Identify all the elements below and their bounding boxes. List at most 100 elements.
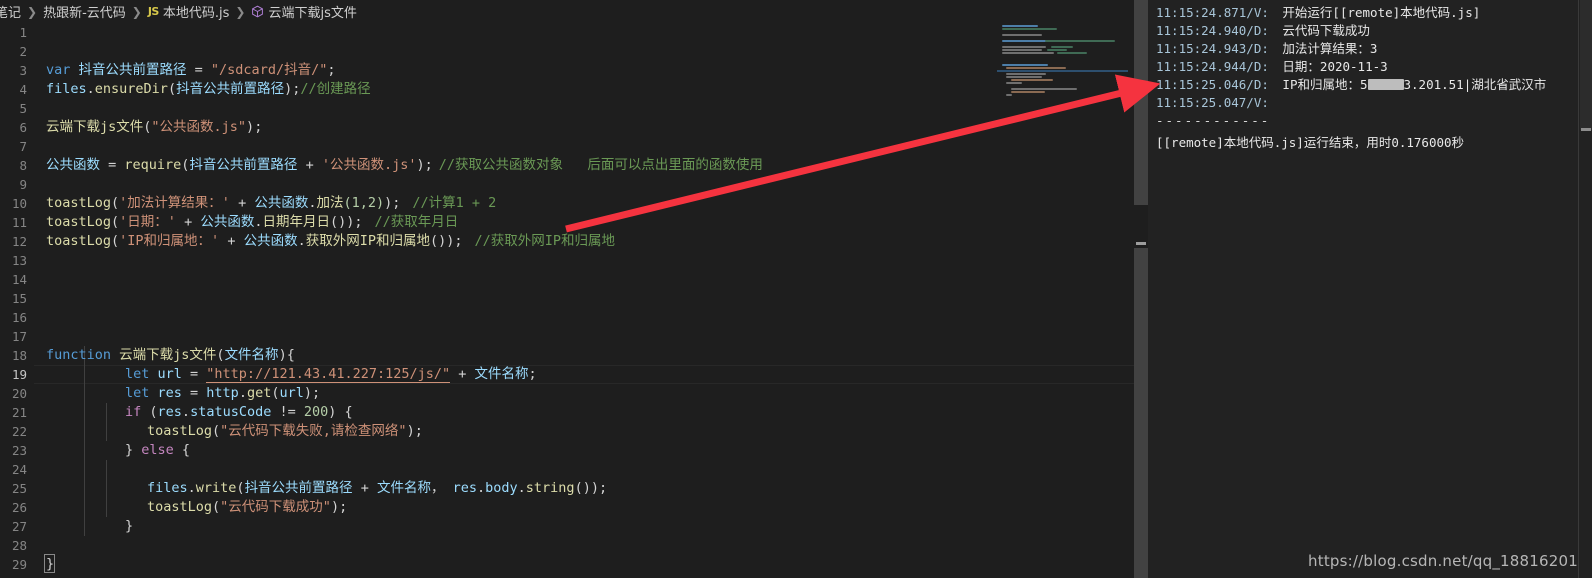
minimap-line: [1011, 91, 1045, 93]
editor-scrollbar-marker: [1136, 242, 1146, 245]
tok-arg: 抖音公共前置路径: [189, 157, 298, 173]
line-number: 17: [11, 329, 27, 344]
tok-function: toastLog: [147, 499, 213, 515]
log-timestamp: 11:15:24.871/V:: [1156, 5, 1269, 20]
js-file-icon: JS: [147, 5, 160, 18]
tok-keyword: function: [46, 347, 112, 363]
editor-minimap[interactable]: [997, 22, 1128, 98]
tok-arg: 抖音公共前置路径: [176, 81, 285, 97]
console-right-border: [1578, 0, 1579, 578]
log-message: 日期：2020-11-3: [1282, 59, 1388, 74]
breadcrumb-label: 热跟新-云代码: [43, 6, 126, 21]
tok-semicolon: ;: [312, 385, 321, 401]
editor-scrollbar-track[interactable]: [1134, 248, 1148, 578]
tok-paren: (: [111, 195, 120, 211]
tok-paren: (: [141, 404, 158, 420]
tok-paren: (: [236, 480, 245, 496]
line-number: 15: [11, 291, 27, 306]
breadcrumb-label: 本地代码.js: [162, 6, 230, 21]
code-editor[interactable]: 1 2 3 4 5 6 7 8 9 10 11 12 13 14 15 16 1…: [0, 23, 1134, 578]
tok-semicolon: ;: [392, 195, 401, 211]
tok-paren: ): [246, 119, 255, 135]
tok-dot: .: [187, 480, 196, 496]
log-separator: ------------: [1156, 112, 1270, 130]
tok-url-string[interactable]: "http://121.43.41.227:125/js/": [206, 366, 451, 383]
line-number: 4: [19, 82, 27, 97]
tok-method: 日期年月日: [262, 214, 330, 230]
tok-identifier: 公共函数: [243, 233, 298, 249]
line-number: 11: [11, 215, 27, 230]
tok-paren: (: [111, 233, 120, 249]
line-number: 7: [19, 139, 27, 154]
tok-string: '加法计算结果：': [119, 195, 230, 211]
tok-property: body: [485, 480, 518, 496]
log-message: 云代码下载成功: [1282, 23, 1370, 38]
code-text: var 抖音公共前置路径 = "/sdcard/抖音/"; files.ensu…: [46, 23, 1134, 578]
line-number: 22: [11, 424, 27, 439]
minimap-line: [1051, 46, 1073, 48]
tok-method: write: [195, 480, 237, 496]
console-scrollbar-marker: [1581, 128, 1591, 131]
breadcrumb-item-1[interactable]: 热跟新-云代码: [42, 2, 127, 21]
tok-operator: =: [100, 157, 125, 173]
breadcrumb-separator-icon: ❯: [27, 4, 38, 19]
line-number-gutter: 1 2 3 4 5 6 7 8 9 10 11 12 13 14 15 16 1…: [0, 23, 34, 578]
minimap-current-line: [997, 70, 1128, 72]
code-line-25: toastLog("云代码下载成功");: [147, 498, 347, 517]
code-line-11: toastLog('日期：' + 公共函数.日期年月日());//获取年月日: [46, 213, 458, 232]
tok-function: 云端下载js文件: [111, 347, 217, 363]
breadcrumb: 笔记 ❯ 热跟新-云代码 ❯ JS 本地代码.js ❯ 云端下载js文件: [0, 0, 1134, 23]
breadcrumb-item-3[interactable]: 云端下载js文件: [250, 2, 357, 21]
code-line-10: toastLog('加法计算结果：' + 公共函数.加法(1,2));//计算1…: [46, 194, 496, 213]
line-number: 10: [11, 196, 27, 211]
tok-method: 获取外网IP和归属地: [305, 233, 430, 249]
tok-object: files: [46, 81, 87, 97]
log-timestamp: 11:15:24.940/D:: [1156, 23, 1269, 38]
line-number: 9: [19, 177, 27, 192]
breadcrumb-separator-icon: ❯: [131, 4, 142, 19]
tok-function: ensureDir: [94, 81, 168, 97]
log-timestamp: 11:15:25.047/V:: [1156, 95, 1269, 110]
log-separator-text: ------------: [1156, 113, 1271, 128]
breadcrumb-label: 笔记: [0, 6, 22, 21]
log-line-ip: 11:15:25.046/D: IP和归属地：5 3.201.51|湖北省武汉市: [1156, 76, 1546, 94]
tok-paren: ): [284, 81, 293, 97]
tok-keyword-if: if: [125, 404, 142, 420]
log-message: 加法计算结果：3: [1282, 41, 1378, 56]
minimap-line: [1002, 46, 1046, 48]
tok-semicolon: ;: [327, 62, 336, 78]
tok-param: 文件名称: [224, 347, 279, 363]
tok-function: toastLog: [46, 233, 112, 249]
code-line-8: 公共函数 = require(抖音公共前置路径 + '公共函数.js');//获…: [46, 156, 763, 175]
line-number: 14: [11, 272, 27, 287]
symbol-method-icon: [251, 5, 264, 18]
minimap-line: [1011, 88, 1077, 90]
tok-identifier: url: [149, 366, 191, 382]
tok-comment: //获取公共函数对象 后面可以点出里面的函数使用: [438, 157, 763, 173]
tok-args: (): [329, 214, 347, 230]
tok-semicolon: ;: [339, 499, 348, 515]
tok-dot: .: [238, 385, 247, 401]
tok-paren: ): [303, 385, 313, 401]
log-timestamp: 11:15:24.943/D:: [1156, 41, 1269, 56]
line-number: 5: [19, 101, 27, 116]
code-line-6: 云端下载js文件("公共函数.js");: [46, 118, 262, 137]
line-number: 24: [11, 462, 27, 477]
line-number: 29: [11, 557, 27, 572]
log-line: 11:15:24.940/D: 云代码下载成功: [1156, 22, 1370, 40]
csdn-watermark: https://blog.csdn.net/qq_18816201: [1308, 552, 1578, 570]
tok-identifier: 公共函数: [200, 214, 255, 230]
breadcrumb-item-0[interactable]: 笔记: [0, 2, 22, 21]
console-output-panel[interactable]: 11:15:24.871/V: 开始运行[[remote]本地代码.js] 11…: [1148, 0, 1592, 578]
tok-function: toastLog: [46, 214, 112, 230]
line-number: 18: [11, 348, 27, 363]
tok-identifier: 公共函数: [46, 157, 100, 173]
editor-scrollbar-thumb[interactable]: [1134, 0, 1148, 205]
tok-semicolon: ;: [454, 233, 463, 249]
tok-string: '日期：': [119, 214, 176, 230]
line-number: 20: [11, 386, 27, 401]
console-scrollbar-thumb[interactable]: [1580, 0, 1592, 130]
tok-paren: (: [216, 347, 225, 363]
breadcrumb-item-2[interactable]: JS 本地代码.js: [147, 2, 231, 21]
code-line-20: if (res.statusCode != 200) {: [125, 403, 353, 422]
